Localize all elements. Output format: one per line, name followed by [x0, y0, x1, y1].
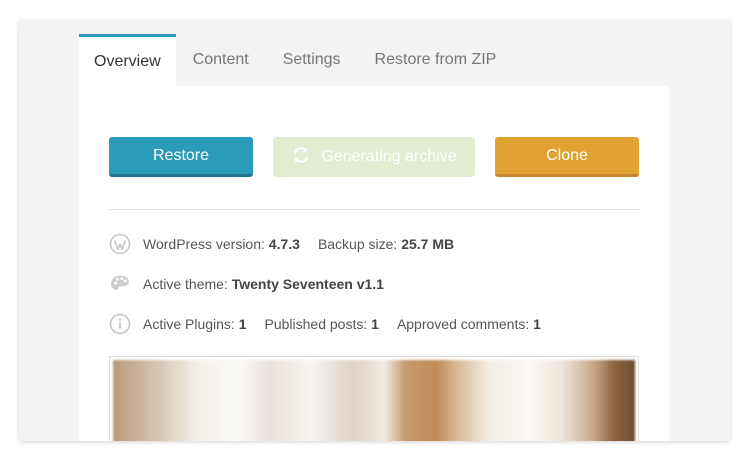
active-plugins-label: Active Plugins: [143, 316, 235, 332]
wordpress-version-label: WordPress version: [143, 236, 265, 252]
wordpress-version-value: 4.7.3 [268, 236, 300, 252]
backup-size: Backup size: 25.7 MB [318, 236, 454, 252]
wordpress-icon [109, 233, 131, 255]
stats-info-row: Active Plugins: 1 Published posts: 1 App… [109, 313, 559, 335]
theme-info-row: Active theme: Twenty Seventeen v1.1 [109, 273, 402, 295]
restore-button[interactable]: Restore [109, 137, 253, 177]
site-preview-thumbnail [109, 356, 639, 441]
published-posts-value: 1 [371, 316, 379, 332]
clone-button-label: Clone [546, 146, 588, 164]
published-posts-label: Published posts: [264, 316, 368, 332]
tab-content[interactable]: Content [176, 34, 266, 86]
tab-bar: Overview Content Settings Restore from Z… [79, 34, 513, 86]
active-theme-value: Twenty Seventeen v1.1 [231, 276, 384, 292]
clone-button[interactable]: Clone [495, 137, 639, 177]
backup-size-label: Backup size: [317, 236, 398, 252]
tab-settings[interactable]: Settings [266, 34, 358, 86]
active-plugins: Active Plugins: 1 [143, 316, 247, 332]
generating-archive-button[interactable]: Generating archive [273, 137, 475, 177]
active-theme: Active theme: Twenty Seventeen v1.1 [143, 276, 384, 292]
backup-details-card: Overview Content Settings Restore from Z… [19, 20, 730, 441]
approved-comments: Approved comments: 1 [397, 316, 541, 332]
site-preview-image [113, 360, 635, 441]
backup-size-value: 25.7 MB [401, 236, 455, 252]
version-info-row: WordPress version: 4.7.3 Backup size: 25… [109, 233, 472, 255]
wordpress-version: WordPress version: 4.7.3 [143, 236, 300, 252]
palette-icon [109, 273, 131, 295]
active-theme-label: Active theme: [143, 276, 228, 292]
restore-button-label: Restore [152, 146, 210, 164]
approved-comments-label: Approved comments: [396, 316, 530, 332]
tab-overview[interactable]: Overview [79, 34, 176, 86]
refresh-icon [291, 145, 311, 169]
approved-comments-value: 1 [533, 316, 541, 332]
divider [109, 209, 640, 210]
info-icon [109, 313, 131, 335]
generating-archive-label: Generating archive [321, 148, 457, 165]
overview-panel: Restore Generating archive Clone WordPre… [79, 86, 669, 441]
tab-restore-from-zip[interactable]: Restore from ZIP [358, 34, 514, 86]
published-posts: Published posts: 1 [265, 316, 379, 332]
active-plugins-value: 1 [238, 316, 247, 332]
